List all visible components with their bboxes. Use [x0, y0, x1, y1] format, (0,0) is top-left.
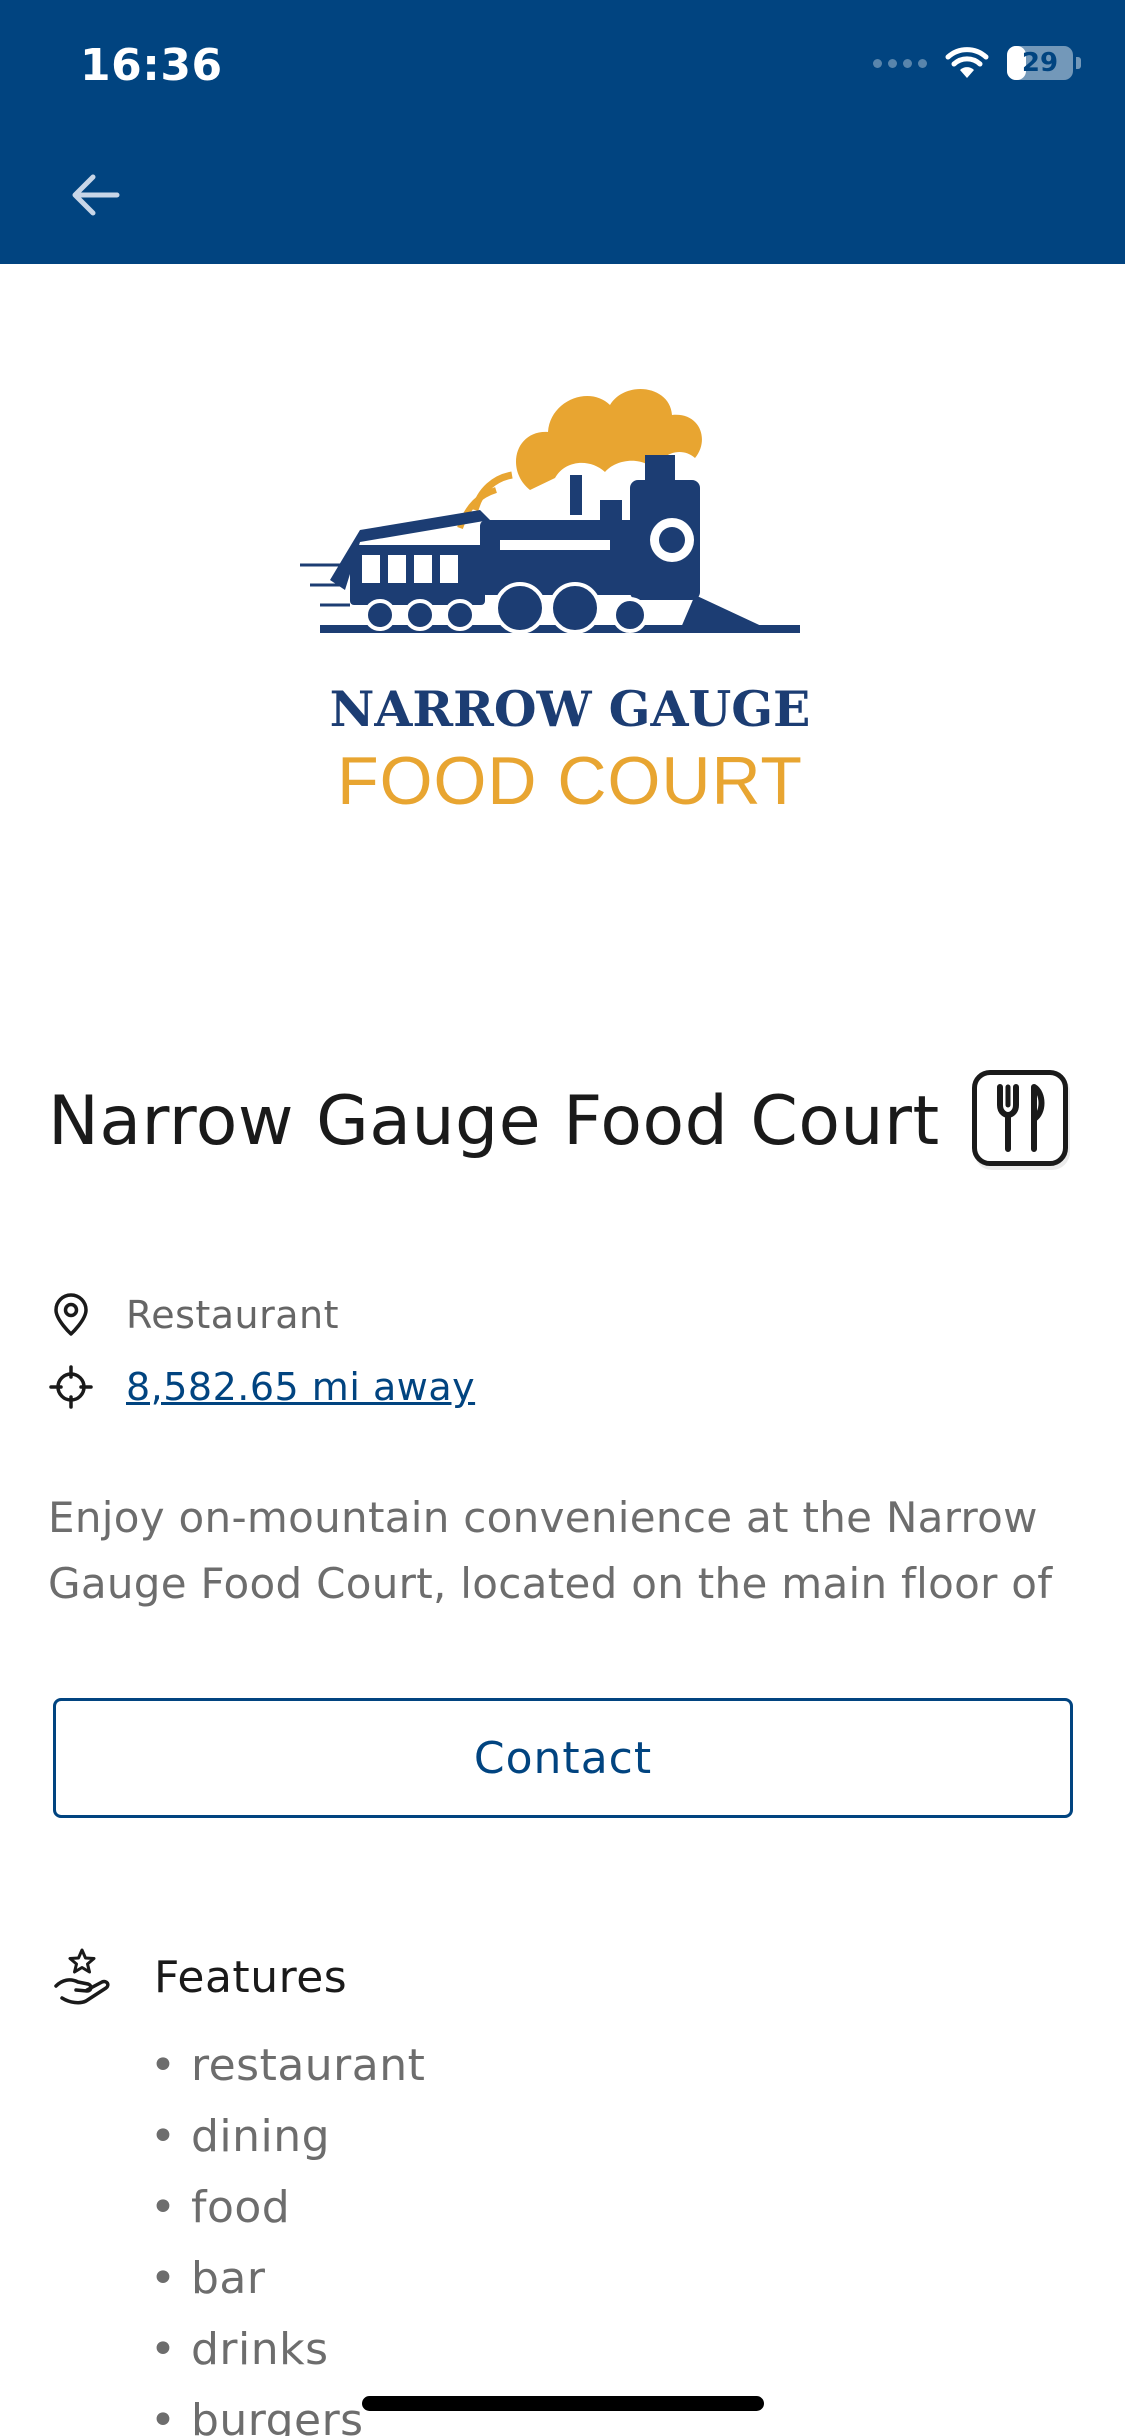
wifi-icon: [945, 47, 989, 78]
category-row: Restaurant: [48, 1292, 339, 1338]
top-app-bar: 16:36 29: [0, 0, 1125, 264]
restaurant-logo: NARROW GAUGE FOOD COURT: [300, 360, 840, 840]
features-title: Features: [154, 1951, 348, 2003]
location-pin-icon: [54, 1293, 88, 1336]
arrow-left-icon: [72, 174, 120, 216]
distance-row[interactable]: 8,582.65 mi away: [48, 1364, 475, 1410]
crosshair-icon: [49, 1365, 93, 1409]
status-icons: 29: [873, 46, 1081, 80]
place-description: Enjoy on-mountain convenience at the Nar…: [48, 1493, 1053, 1608]
category-badge: [972, 1070, 1068, 1166]
back-button[interactable]: [60, 160, 130, 230]
distance-link[interactable]: 8,582.65 mi away: [126, 1365, 475, 1409]
features-header: Features: [52, 1946, 347, 2008]
logo-line1: NARROW GAUGE: [329, 680, 811, 738]
cellular-signal-icon: [873, 58, 927, 68]
logo-line2: FOOD COURT: [337, 743, 803, 819]
feature-item: dining: [150, 2105, 425, 2176]
feature-item: bar: [150, 2247, 425, 2318]
battery-icon: 29: [1007, 46, 1073, 80]
feature-item: food: [150, 2176, 425, 2247]
feature-item: restaurant: [150, 2034, 425, 2105]
contact-button[interactable]: Contact: [53, 1698, 1073, 1818]
category-label: Restaurant: [126, 1293, 340, 1337]
train-illustration-icon: [300, 388, 800, 634]
fork-knife-icon: [997, 1084, 1045, 1152]
battery-percent: 29: [1021, 48, 1059, 78]
hand-star-icon: [54, 1948, 110, 2005]
battery-tip: [1076, 57, 1081, 69]
feature-item: drinks: [150, 2318, 425, 2389]
place-title: Narrow Gauge Food Court: [48, 1082, 940, 1161]
features-list: restaurant dining food bar drinks burger…: [150, 2034, 425, 2436]
status-time: 16:36: [80, 40, 223, 91]
home-indicator[interactable]: [362, 2396, 764, 2411]
